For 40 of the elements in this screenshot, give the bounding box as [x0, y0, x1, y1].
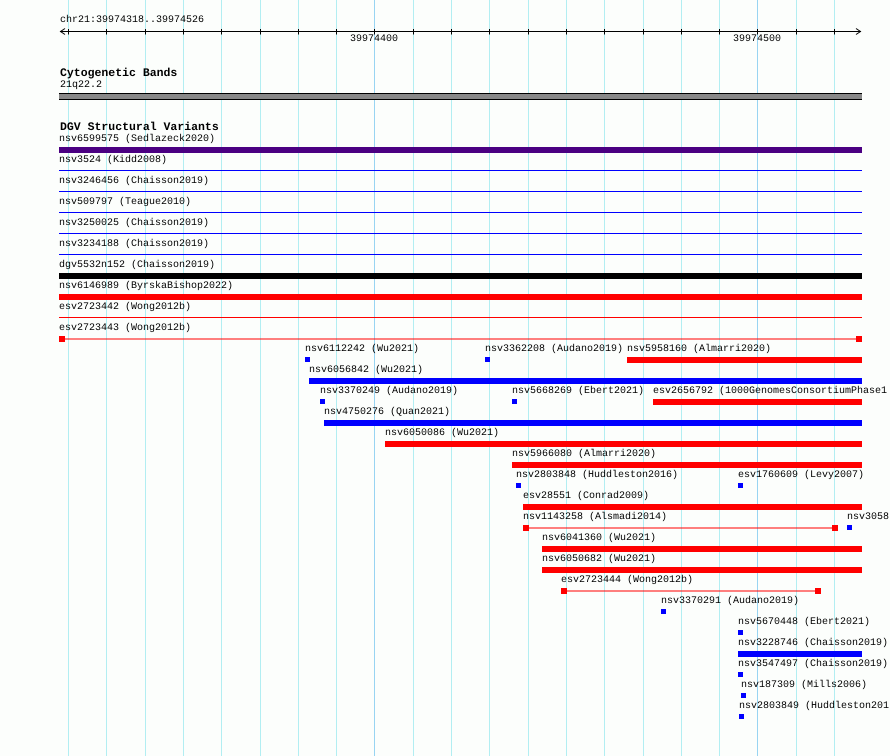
variant-label: nsv3370249 (Audano2019)	[320, 386, 458, 398]
variant-label: nsv3547497 (Chaisson2019)	[738, 659, 888, 671]
variant-label: nsv6056842 (Wu2021)	[309, 365, 424, 377]
variant-label: nsv3228746 (Chaisson2019)	[738, 638, 888, 650]
variant-label: nsv3370291 (Audano2019)	[661, 596, 800, 608]
variant-label: nsv1143258 (Alsmadi2014)	[523, 512, 668, 524]
variant-label: esv2723443 (Wong2012b)	[59, 323, 192, 335]
variant-label: nsv6146989 (ByrskaBishop2022)	[59, 281, 234, 293]
variant-label: nsv3524 (Kidd2008)	[59, 155, 168, 167]
variant-label: dgv5532n152 (Chaisson2019)	[59, 260, 216, 272]
variant-label: esv2723444 (Wong2012b)	[561, 575, 694, 587]
track-title: DGV Structural Variants	[60, 122, 219, 134]
variant-label: esv2723442 (Wong2012b)	[59, 302, 192, 314]
variant-label: nsv509797 (Teague2010)	[59, 197, 192, 209]
variant-label: nsv5668269 (Ebert2021)	[512, 386, 644, 398]
variant-label: nsv2803848 (Huddleston2016)	[516, 470, 678, 482]
band-label: 21q22.2	[60, 80, 102, 92]
variant-label: nsv3250025 (Chaisson2019)	[59, 218, 210, 230]
variant-label: nsv4750276 (Quan2021)	[324, 407, 450, 419]
variant-label: nsv6112242 (Wu2021)	[305, 344, 420, 356]
variant-label: esv1760609 (Levy2007)	[738, 470, 864, 482]
variant-label: nsv6050086 (Wu2021)	[385, 428, 500, 440]
variant-label: nsv3234188 (Chaisson2019)	[59, 239, 210, 251]
variant-label: nsv5966080 (Almarri2020)	[512, 449, 656, 461]
variant-label: nsv6599575 (Sedlazeck2020)	[59, 134, 216, 146]
variant-label: nsv2803849 (Huddleston201	[739, 701, 890, 713]
variant-label: nsv6050682 (Wu2021)	[542, 554, 656, 566]
track-title: Cytogenetic Bands	[60, 68, 178, 80]
variant-label: nsv3362208 (Audano2019)	[485, 344, 624, 356]
variant-label: esv2656792 (1000GenomesConsortiumPhase1	[653, 386, 888, 398]
variant-label: nsv5958160 (Almarri2020)	[627, 344, 772, 356]
tick-label: 39974500	[733, 34, 781, 46]
variant-label: nsv6041360 (Wu2021)	[542, 533, 656, 545]
variant-label: nsv3246456 (Chaisson2019)	[59, 176, 210, 188]
variant-label: nsv187309 (Mills2006)	[741, 680, 868, 692]
variant-label: esv28551 (Conrad2009)	[523, 491, 650, 503]
variant-label: nsv3058	[847, 512, 890, 524]
variant-label: nsv5670448 (Ebert2021)	[738, 617, 870, 629]
tick-label: 39974400	[350, 34, 398, 46]
location-label: chr21:39974318..39974526	[60, 15, 204, 27]
